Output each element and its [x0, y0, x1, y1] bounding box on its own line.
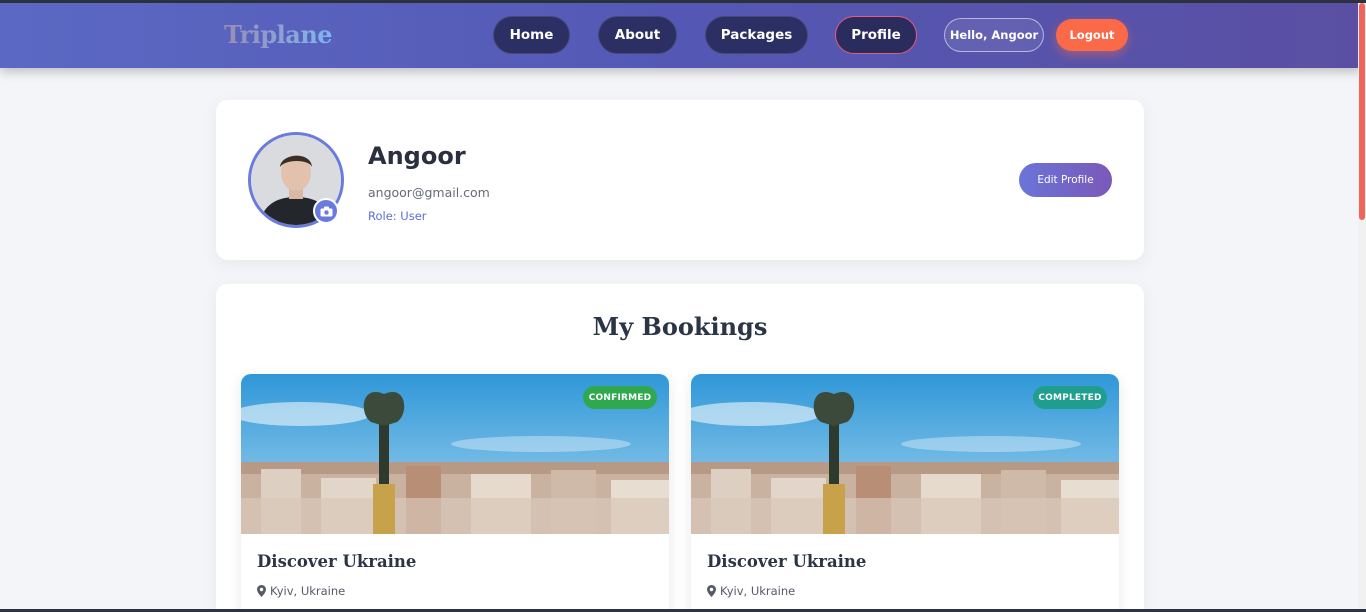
profile-email: angoor@gmail.com: [368, 185, 490, 200]
map-pin-icon: [257, 585, 266, 597]
camera-icon: [320, 206, 332, 216]
nav-home-button[interactable]: Home: [493, 16, 570, 54]
user-greeting: Hello, Angoor: [944, 18, 1044, 52]
booking-location: Kyiv, Ukraine: [257, 584, 345, 598]
nav-packages-button[interactable]: Packages: [705, 16, 808, 54]
edit-profile-button[interactable]: Edit Profile: [1019, 163, 1112, 197]
booking-location-label: Kyiv, Ukraine: [270, 584, 346, 598]
nav-about-button[interactable]: About: [598, 16, 677, 54]
booking-title: Discover Ukraine: [707, 552, 867, 571]
top-navbar: Triplane Home About Packages Profile Hel…: [0, 3, 1362, 68]
profile-role: Role: User: [368, 209, 427, 223]
change-photo-button[interactable]: [313, 198, 339, 224]
profile-card: Angoor angoor@gmail.com Role: User Edit …: [216, 100, 1144, 260]
logout-button[interactable]: Logout: [1056, 19, 1128, 51]
status-badge: CONFIRMED: [583, 386, 657, 409]
bookings-title: My Bookings: [592, 312, 768, 341]
status-badge: COMPLETED: [1033, 386, 1107, 409]
nav-profile-button[interactable]: Profile: [835, 16, 917, 54]
booking-location: Kyiv, Ukraine: [707, 584, 795, 598]
bookings-section: My Bookings CONFIRMED Discover Ukraine K…: [216, 284, 1144, 612]
map-pin-icon: [707, 585, 716, 597]
scrollbar-thumb[interactable]: [1359, 3, 1365, 220]
brand-logo[interactable]: Triplane: [224, 20, 333, 49]
profile-name: Angoor: [368, 142, 466, 170]
booking-card[interactable]: COMPLETED Discover Ukraine Kyiv, Ukraine: [691, 374, 1119, 612]
booking-location-label: Kyiv, Ukraine: [720, 584, 796, 598]
booking-title: Discover Ukraine: [257, 552, 417, 571]
booking-card[interactable]: CONFIRMED Discover Ukraine Kyiv, Ukraine: [241, 374, 669, 612]
